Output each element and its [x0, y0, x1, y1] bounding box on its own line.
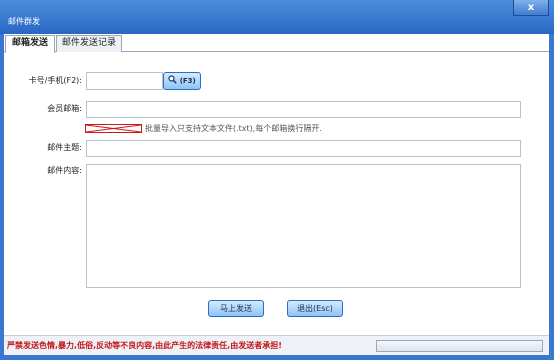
member-email-input[interactable] [86, 101, 521, 118]
window-frame-left [0, 34, 4, 360]
subject-input[interactable] [86, 140, 521, 157]
progress-bar [376, 340, 543, 352]
card-label: 卡号/手机(F2): [28, 76, 82, 85]
title-bar [0, 0, 554, 34]
window-title: 邮件群发 [8, 17, 40, 26]
window-frame-right [549, 34, 554, 360]
subject-label: 邮件主题: [47, 143, 82, 152]
window-frame-bottom [0, 355, 554, 360]
close-button[interactable]: x [513, 0, 549, 16]
warning-text: 严禁发送色情,暴力,低俗,反动等不良内容,由此产生的法律责任,由发送者承担! [7, 341, 282, 350]
exit-button[interactable]: 退出(Esc) [287, 300, 343, 317]
import-hint: 批量导入只支持文本文件(.txt),每个邮箱换行隔开. [145, 124, 322, 133]
send-now-button[interactable]: 马上发送 [208, 300, 264, 317]
card-input[interactable] [86, 72, 163, 90]
content-label: 邮件内容: [47, 166, 82, 175]
tab-email-history[interactable]: 邮件发送记录 [56, 35, 122, 52]
member-lookup-button[interactable]: (F3) [163, 72, 201, 90]
tab-email-send[interactable]: 邮箱发送 [5, 35, 55, 53]
magnifier-icon [168, 75, 177, 84]
close-icon: x [527, 2, 535, 13]
member-email-label: 会员邮箱: [47, 104, 82, 113]
broken-image-icon[interactable] [85, 124, 142, 133]
lookup-button-label: (F3) [179, 77, 196, 85]
content-textarea[interactable] [86, 164, 521, 288]
